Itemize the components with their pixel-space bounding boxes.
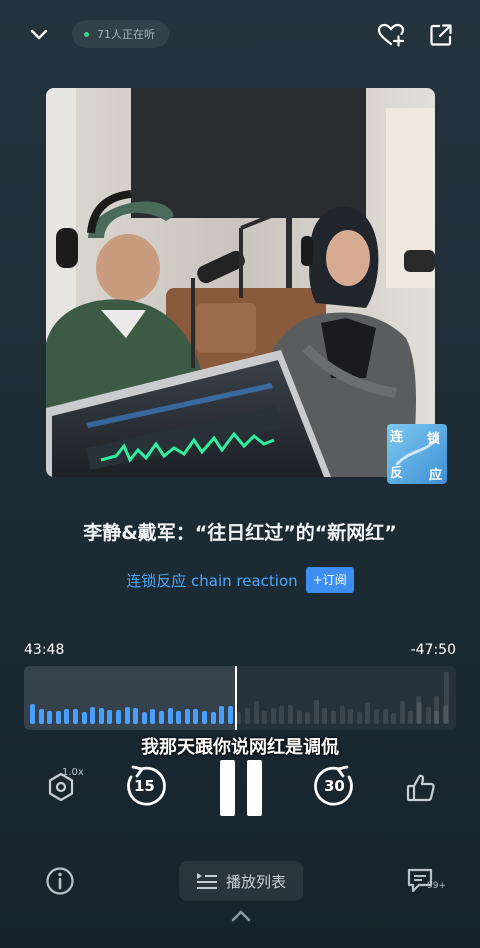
waveform-bar	[236, 712, 242, 724]
waveform-bar	[98, 708, 104, 724]
waveform-bar	[55, 711, 61, 724]
waveform-bar	[356, 712, 362, 724]
waveform-bar	[313, 700, 319, 724]
waveform-bar	[399, 701, 405, 724]
elapsed-time: 43:48	[24, 642, 65, 658]
waveform-bar	[167, 708, 173, 724]
waveform-bar	[288, 705, 293, 724]
forward-seconds: 30	[324, 777, 345, 795]
waveform-bar	[408, 711, 414, 724]
waveform-bar	[331, 711, 336, 724]
waveform-bar	[107, 710, 113, 724]
like-button[interactable]	[404, 772, 438, 804]
waveform-bar	[159, 711, 164, 724]
info-button[interactable]	[45, 866, 75, 896]
waveform-bar	[391, 713, 397, 724]
forward-button[interactable]: 30	[313, 763, 359, 809]
episode-cover	[46, 88, 435, 477]
waveform-bar	[305, 712, 311, 724]
episode-title: 李静&戴军：“往日红过”的“新网红”	[83, 522, 397, 544]
waveform-bar	[365, 703, 371, 724]
waveform-bar	[348, 709, 354, 724]
waveform-bar	[416, 696, 421, 724]
listeners-pill: 71人正在听	[72, 20, 169, 48]
waveform-bar	[38, 709, 44, 724]
remaining-time: -47:50	[410, 642, 456, 658]
heart-plus-icon[interactable]	[376, 22, 406, 48]
waveform-bar	[296, 710, 302, 724]
waveform-bar	[322, 708, 328, 724]
comment-count: 99+	[427, 881, 446, 891]
waveform-bar	[219, 706, 225, 724]
waveform-bar	[124, 707, 130, 724]
progress-waveform[interactable]	[24, 666, 456, 730]
listeners-text: 71人正在听	[97, 28, 155, 41]
playlist-icon	[196, 873, 217, 889]
cover-badge: 连 锁 反 应	[387, 424, 447, 484]
thumbs-up-icon	[406, 774, 435, 802]
waveform-bar	[279, 706, 285, 724]
waveform-bar	[425, 707, 431, 724]
waveform-bar	[434, 696, 439, 724]
comments-button[interactable]: 99+	[406, 866, 450, 896]
rewind-seconds: 15	[134, 777, 155, 795]
waveform-bar	[444, 672, 449, 724]
top-bar: 71人正在听	[0, 0, 480, 70]
waveform-bar	[262, 711, 268, 724]
caption-subtitle: 我那天跟你说网红是调侃	[141, 737, 339, 758]
share-icon[interactable]	[428, 22, 454, 48]
rewind-button[interactable]: 15	[121, 763, 167, 809]
waveform-bar	[141, 712, 147, 724]
chevron-down-icon[interactable]	[28, 24, 50, 46]
waveform-bar	[227, 706, 233, 724]
cover-illustration	[46, 88, 435, 477]
waveform-bar	[81, 712, 87, 724]
waveform-bar	[184, 709, 190, 724]
waveform-bar	[64, 709, 70, 724]
waveform-bar	[210, 712, 216, 724]
info-icon	[46, 867, 74, 895]
waveform-bar	[133, 708, 139, 724]
waveform-bar	[150, 709, 156, 724]
waveform-bar	[253, 701, 259, 724]
waveform-bar	[245, 708, 250, 724]
waveform-bar	[193, 709, 199, 724]
waveform-bar	[202, 711, 207, 724]
chevron-up-icon[interactable]	[230, 908, 252, 924]
pause-bar-right	[247, 760, 262, 816]
channel-row: 连锁反应 chain reaction +订阅	[0, 566, 480, 594]
waveform-bar	[339, 706, 345, 724]
badge-swirl	[395, 437, 439, 466]
online-dot	[84, 31, 89, 37]
waveform-bar	[30, 704, 35, 724]
waveform-bar	[270, 708, 276, 724]
pause-button[interactable]	[218, 760, 264, 816]
subscribe-button[interactable]: +订阅	[305, 567, 354, 593]
channel-name[interactable]: 连锁反应 chain reaction	[126, 570, 297, 591]
waveform-bar	[116, 710, 121, 724]
waveform-bar	[382, 709, 388, 724]
playlist-label: 播放列表	[225, 872, 286, 891]
playlist-button[interactable]: 播放列表	[179, 861, 303, 901]
pause-bar-left	[220, 760, 235, 816]
waveform-bar	[47, 711, 53, 724]
waveform-bar	[90, 707, 96, 724]
waveform-bar	[176, 711, 182, 724]
waveform-bar	[73, 709, 78, 724]
waveform-bar	[374, 709, 379, 724]
speed-label: 1.0x	[62, 767, 84, 778]
